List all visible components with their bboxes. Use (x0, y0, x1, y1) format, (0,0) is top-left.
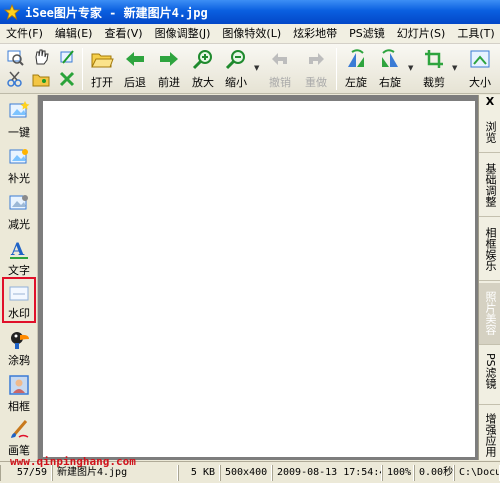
zoom-in-button[interactable]: 放大 (189, 46, 217, 92)
undo-button[interactable]: 撤销 (266, 46, 294, 92)
resize-button[interactable]: 大小 (466, 46, 494, 92)
delete-x-icon (59, 71, 75, 87)
fill-light-tool[interactable]: 补光 (2, 143, 36, 189)
redo-icon (309, 53, 324, 65)
zoom-out-icon (225, 50, 245, 70)
status-path: C:\Docum (454, 464, 500, 481)
brush-icon (60, 50, 74, 64)
tab-enhance-apps[interactable]: 增强应用 (479, 407, 500, 460)
status-file-size: 5 KB (178, 464, 220, 481)
right-tab-panel: X 浏览 基础调整 相框娱乐 照片美容 PS滤镜 增强应用 (478, 95, 500, 460)
status-dimensions: 500x400 (220, 464, 272, 481)
app-star-icon (4, 4, 20, 20)
title-bar: iSee图片专家 - 新建图片4.jpg (0, 0, 500, 24)
menu-color-zone[interactable]: 炫彩地带 (287, 25, 343, 43)
menu-image-effects[interactable]: 图像特效(L) (216, 25, 287, 43)
status-time: 0.00秒 (414, 464, 454, 481)
edit-mini-button[interactable] (56, 46, 78, 68)
tab-photo-beauty[interactable]: 照片美容 (479, 283, 500, 345)
paint-brush-icon (11, 420, 29, 438)
menu-edit[interactable]: 编辑(E) (49, 25, 99, 43)
status-datetime: 2009-08-13 17:54:44 (272, 464, 382, 481)
watermark-icon (9, 286, 29, 300)
frame-tool[interactable]: 相框 (2, 371, 36, 417)
browse-mini-button[interactable] (4, 46, 26, 68)
redo-button[interactable]: 重做 (302, 46, 330, 92)
fill-light-icon (9, 149, 28, 164)
menu-file[interactable]: 文件(F) (0, 25, 49, 43)
open-folder-icon (91, 53, 114, 68)
crop-dropdown-arrow-icon[interactable]: ▼ (452, 64, 457, 72)
open-button[interactable]: 打开 (88, 46, 116, 92)
image-canvas-area[interactable] (38, 95, 478, 460)
back-button[interactable]: 后退 (121, 46, 149, 92)
crop-button[interactable]: 裁剪 (420, 46, 448, 92)
menu-image-adjust[interactable]: 图像调整(J) (149, 25, 217, 43)
folder-mini-button[interactable] (30, 68, 52, 90)
text-tool[interactable]: A 文字 (2, 235, 36, 281)
tab-browse[interactable]: 浏览 (479, 113, 500, 153)
menu-ps-filter[interactable]: PS滤镜 (343, 25, 391, 43)
one-click-enhance-icon (9, 101, 30, 118)
photo-search-icon (7, 50, 24, 66)
left-tool-panel: 一键 补光 减光 A 文字 水印 涂鸦 相框 画笔 (0, 95, 38, 460)
panel-close-button[interactable]: X (479, 95, 500, 109)
arrow-right-icon (160, 52, 178, 66)
photo-frame-icon (9, 375, 29, 395)
folder-photo-icon (32, 74, 50, 87)
tab-ps-filter[interactable]: PS滤镜 (479, 347, 500, 405)
menu-tools[interactable]: 工具(T) (451, 25, 500, 43)
watermark-tool[interactable]: 水印 (2, 277, 36, 323)
window-title: iSee图片专家 - 新建图片4.jpg (25, 5, 208, 20)
reduce-light-icon (9, 195, 28, 210)
status-zoom: 100% (382, 464, 414, 481)
undo-icon (272, 53, 287, 65)
site-watermark: www.qinpinghang.com (10, 455, 136, 468)
toolbar-separator (336, 48, 337, 90)
tab-basic-adjust[interactable]: 基础调整 (479, 155, 500, 217)
mini-tool-grid (4, 46, 80, 92)
rotate-right-icon (382, 49, 398, 67)
text-a-icon: A (10, 240, 28, 260)
toucan-graffiti-icon (11, 332, 29, 349)
zoom-out-button[interactable]: 缩小 (222, 46, 250, 92)
toolbar-separator (82, 48, 83, 90)
crop-icon (425, 50, 443, 68)
arrow-left-icon (126, 52, 144, 66)
tab-frame-fun[interactable]: 相框娱乐 (479, 219, 500, 281)
forward-button[interactable]: 前进 (155, 46, 183, 92)
rotate-right-button[interactable]: 右旋 (376, 46, 404, 92)
zoom-in-icon (192, 50, 212, 70)
zoom-dropdown-arrow-icon[interactable]: ▼ (254, 64, 259, 72)
hand-icon (35, 49, 49, 65)
reduce-light-tool[interactable]: 减光 (2, 189, 36, 235)
rotate-dropdown-arrow-icon[interactable]: ▼ (408, 64, 413, 72)
image-canvas[interactable] (43, 101, 475, 457)
graffiti-tool[interactable]: 涂鸦 (2, 325, 36, 371)
menu-slideshow[interactable]: 幻灯片(S) (391, 25, 452, 43)
resize-icon (470, 50, 490, 68)
hand-mini-button[interactable] (30, 46, 52, 68)
scissors-icon (7, 71, 22, 87)
menu-bar: 文件(F) 编辑(E) 查看(V) 图像调整(J) 图像特效(L) 炫彩地带 P… (0, 24, 500, 44)
delete-mini-button[interactable] (56, 68, 78, 90)
cut-mini-button[interactable] (4, 68, 26, 90)
one-click-tool[interactable]: 一键 (2, 97, 36, 143)
rotate-left-icon (348, 49, 364, 67)
menu-view[interactable]: 查看(V) (98, 25, 148, 43)
main-toolbar: 打开 后退 前进 放大 缩小 ▼ 撤销 重做 左旋 右旋 ▼ 裁剪 ▼ 大小 (0, 44, 500, 94)
rotate-left-button[interactable]: 左旋 (342, 46, 370, 92)
